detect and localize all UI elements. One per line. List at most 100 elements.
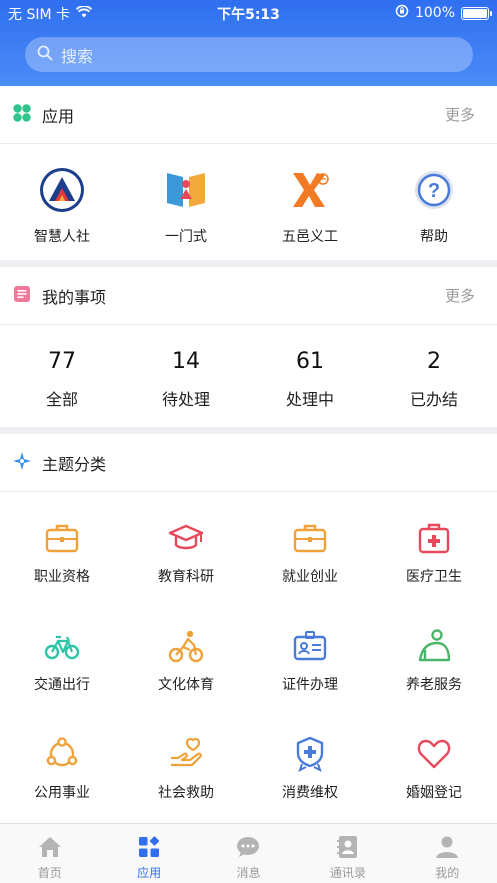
- app-item-volunteer[interactable]: 五邑义工: [248, 144, 372, 246]
- shield-badge-icon: [296, 736, 324, 772]
- profile-icon: [436, 836, 459, 858]
- topic-label: 婚姻登记: [406, 785, 462, 801]
- battery-percent: 100%: [414, 5, 455, 21]
- category-icon: [12, 451, 32, 475]
- apps-section-title: 应用: [42, 106, 75, 126]
- cyclist-icon: [168, 630, 204, 663]
- tab-label: 消息: [236, 866, 261, 880]
- task-count-value: 2: [427, 349, 441, 374]
- topics-section-title: 主题分类: [42, 454, 107, 474]
- topic-item-professional-qualification[interactable]: 职业资格: [0, 492, 124, 600]
- topic-item-transport[interactable]: 交通出行: [0, 600, 124, 708]
- topic-label: 交通出行: [34, 677, 90, 693]
- id-card-icon: [293, 631, 327, 661]
- people-logo-icon: [36, 164, 88, 216]
- topic-label: 公用事业: [34, 785, 90, 801]
- topics-section-header: 主题分类: [0, 434, 497, 492]
- task-count-value: 14: [172, 349, 200, 374]
- tab-home[interactable]: 首页: [0, 824, 99, 883]
- topic-label: 就业创业: [282, 569, 338, 585]
- app-item-label: 五邑义工: [282, 229, 338, 245]
- task-count-label: 待处理: [161, 390, 210, 409]
- task-count-completed[interactable]: 2 已办结: [372, 325, 496, 410]
- app-item-smart-hr[interactable]: 智慧人社: [0, 144, 124, 246]
- apps-more-link[interactable]: 更多: [445, 104, 475, 125]
- topic-item-culture-sports[interactable]: 文化体育: [124, 600, 248, 708]
- bottom-tab-bar: 首页 应用 消息 通讯录 我的: [0, 823, 497, 883]
- app-item-label: 帮助: [420, 229, 448, 245]
- topic-item-consumer-rights[interactable]: 消费维权: [248, 708, 372, 816]
- apps-icon: [139, 836, 160, 857]
- topic-label: 养老服务: [406, 677, 462, 693]
- volunteer-logo-icon: [284, 164, 336, 216]
- tab-label: 通讯录: [329, 866, 366, 880]
- medical-kit-icon: [418, 523, 450, 554]
- tasks-section-title: 我的事项: [42, 287, 107, 307]
- tab-label: 我的: [435, 866, 460, 880]
- app-item-label: 一门式: [165, 229, 207, 245]
- topic-label: 社会救助: [158, 785, 214, 801]
- heart-icon: [417, 739, 451, 769]
- task-count-value: 61: [296, 349, 324, 374]
- search-icon: [37, 45, 53, 65]
- briefcase-icon: [45, 524, 79, 553]
- topic-item-education[interactable]: 教育科研: [124, 492, 248, 600]
- graduation-cap-icon: [168, 524, 204, 550]
- task-count-label: 已办结: [409, 390, 458, 409]
- app-item-help[interactable]: ? 帮助: [372, 144, 496, 246]
- task-count-pending[interactable]: 14 待处理: [124, 325, 248, 410]
- topic-label: 消费维权: [282, 785, 338, 801]
- topic-item-utilities[interactable]: 公用事业: [0, 708, 124, 816]
- topic-label: 职业资格: [34, 569, 90, 585]
- tasks-section-header: 我的事项 更多: [0, 267, 497, 325]
- elderly-icon: [418, 629, 451, 662]
- task-count-label: 全部: [45, 390, 78, 409]
- contacts-icon: [336, 836, 357, 858]
- search-input[interactable]: 搜索: [25, 37, 473, 72]
- tasks-section: 我的事项 更多 77 全部 14 待处理 61 处理中 2 已办结: [0, 267, 497, 427]
- header: 无 SIM 卡 下午5:13 100% 搜索: [0, 0, 497, 86]
- tasks-more-link[interactable]: 更多: [445, 285, 475, 306]
- svg-text:?: ?: [428, 180, 440, 202]
- topic-item-medical[interactable]: 医疗卫生: [372, 492, 496, 600]
- tab-apps[interactable]: 应用: [99, 824, 198, 883]
- helping-hand-icon: [171, 737, 202, 767]
- tab-contacts[interactable]: 通讯录: [298, 824, 397, 883]
- task-count-label: 处理中: [285, 390, 334, 409]
- help-icon: ?: [408, 164, 460, 216]
- home-icon: [38, 837, 61, 857]
- topic-item-social-assistance[interactable]: 社会救助: [124, 708, 248, 816]
- app-item-label: 智慧人社: [34, 229, 90, 245]
- tab-label: 首页: [37, 866, 62, 880]
- tab-label: 应用: [137, 866, 162, 880]
- topic-item-elderly-care[interactable]: 养老服务: [372, 600, 496, 708]
- topic-item-employment[interactable]: 就业创业: [248, 492, 372, 600]
- apps-section: 应用 更多 智慧人社 一门式 五邑义工 ? 帮助: [0, 86, 497, 260]
- briefcase-icon: [293, 524, 327, 553]
- document-icon: [12, 284, 32, 308]
- status-bar: 无 SIM 卡 下午5:13 100%: [0, 0, 497, 26]
- bicycle-icon: [44, 635, 80, 660]
- tab-profile[interactable]: 我的: [398, 824, 497, 883]
- task-count-processing[interactable]: 61 处理中: [248, 325, 372, 410]
- topic-label: 教育科研: [158, 569, 214, 585]
- app-item-one-stop[interactable]: 一门式: [124, 144, 248, 246]
- orientation-lock-icon: [395, 4, 409, 22]
- topic-label: 证件办理: [282, 677, 338, 693]
- task-count-value: 77: [48, 349, 76, 374]
- search-placeholder: 搜索: [61, 46, 94, 66]
- topic-label: 医疗卫生: [406, 569, 462, 585]
- task-count-all[interactable]: 77 全部: [0, 325, 124, 410]
- apps-section-header: 应用 更多: [0, 86, 497, 144]
- topics-section: 主题分类 职业资格 教育科研 就业创业 医疗卫生 交通出行 文化体育 证件办理 …: [0, 434, 497, 823]
- battery-icon: [461, 6, 492, 20]
- topic-label: 文化体育: [158, 677, 214, 693]
- topic-item-id-documents[interactable]: 证件办理: [248, 600, 372, 708]
- clover-icon: [12, 103, 32, 127]
- message-icon: [237, 837, 260, 857]
- battery-fill: [463, 8, 487, 18]
- topic-item-marriage[interactable]: 婚姻登记: [372, 708, 496, 816]
- network-icon: [46, 737, 78, 767]
- tab-messages[interactable]: 消息: [199, 824, 298, 883]
- gate-logo-icon: [160, 164, 212, 216]
